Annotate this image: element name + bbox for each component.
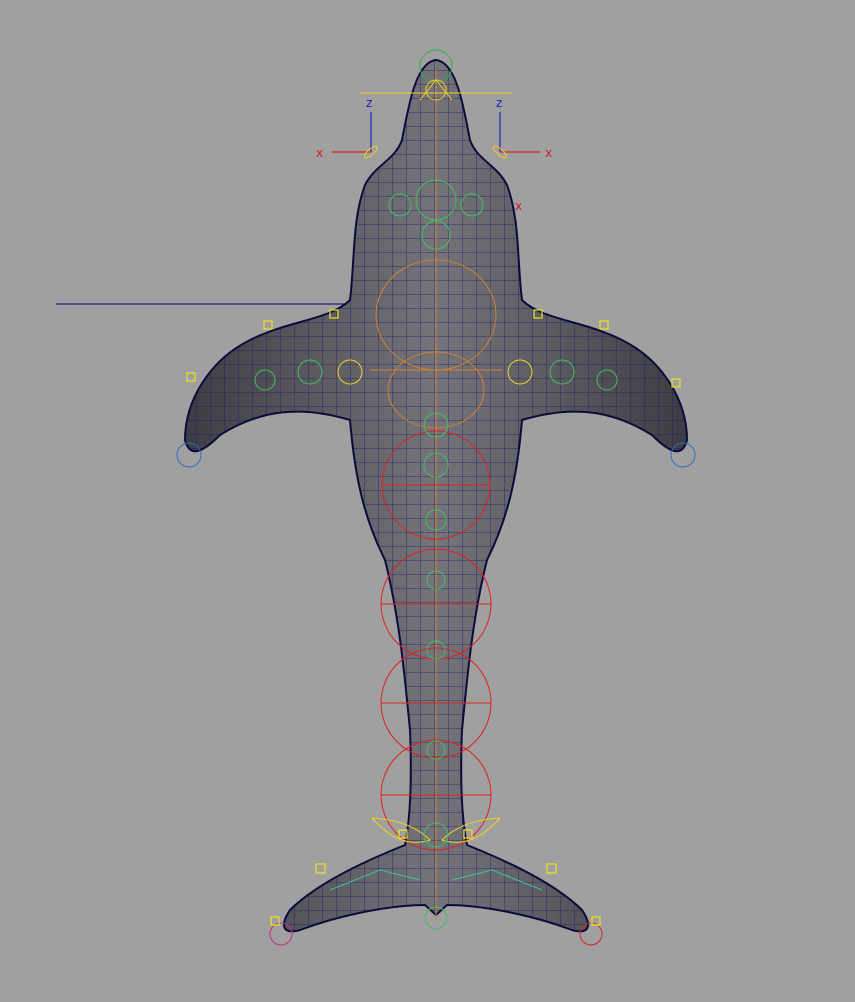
right-eye-gizmo[interactable]: z x — [492, 96, 552, 160]
right-x-axis-label: x — [545, 146, 552, 160]
left-eye-gizmo[interactable]: z x — [316, 96, 379, 160]
left-x-axis-label: x — [316, 146, 323, 160]
right-z-axis-label: z — [496, 96, 502, 110]
head-x-axis-label: x — [515, 199, 522, 213]
left-z-axis-label: z — [366, 96, 372, 110]
maya-viewport[interactable]: z x z x x — [0, 0, 855, 1002]
dolphin-mesh[interactable] — [150, 50, 710, 950]
rig-controls[interactable] — [176, 49, 696, 946]
